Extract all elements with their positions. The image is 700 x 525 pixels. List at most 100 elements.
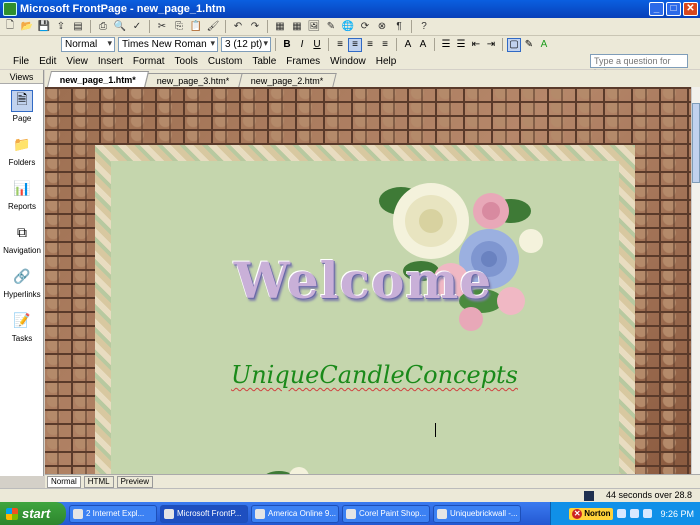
highlight-icon[interactable]: ✎	[522, 38, 536, 52]
publish-icon[interactable]: ⇪	[53, 20, 69, 34]
insert-table-icon[interactable]: ▦	[289, 20, 305, 34]
bold-button[interactable]: B	[280, 38, 294, 52]
taskbar-button-label: Microsoft FrontP...	[177, 509, 242, 518]
menu-window[interactable]: Window	[325, 56, 371, 67]
view-hyperlinks[interactable]: 🔗 Hyperlinks	[0, 260, 44, 304]
start-button[interactable]: start	[0, 502, 66, 525]
decrease-indent-icon[interactable]: ⇤	[469, 38, 483, 52]
taskbar-button-label: 2 Internet Expl...	[86, 509, 145, 518]
navigation-view-icon: ⧉	[17, 224, 27, 240]
font-select[interactable]: Times New Roman	[118, 37, 218, 52]
menu-insert[interactable]: Insert	[93, 56, 128, 67]
drawing-icon[interactable]: ✎	[323, 20, 339, 34]
menu-view[interactable]: View	[61, 56, 93, 67]
font-color-icon[interactable]: A	[537, 38, 551, 52]
taskbar-button-aol[interactable]: America Online 9...	[251, 504, 339, 523]
open-folder-icon[interactable]: 📂	[19, 20, 35, 34]
taskbar-button-uniquebrickwall[interactable]: Uniquebrickwall -...	[433, 504, 521, 523]
bullets-icon[interactable]: ☰	[454, 38, 468, 52]
menu-frames[interactable]: Frames	[281, 56, 325, 67]
menu-format[interactable]: Format	[128, 56, 170, 67]
mode-preview[interactable]: Preview	[116, 475, 154, 488]
menu-custom[interactable]: Custom	[203, 56, 247, 67]
align-right-icon[interactable]: ≡	[363, 38, 377, 52]
web-component-icon[interactable]: ▦	[272, 20, 288, 34]
increase-indent-icon[interactable]: ⇥	[484, 38, 498, 52]
save-icon[interactable]: 💾	[36, 20, 52, 34]
page-content[interactable]: Welcome UniqueCandleConcepts	[111, 161, 619, 474]
redo-icon[interactable]: ↷	[247, 20, 263, 34]
taskbar-button-frontpage[interactable]: Microsoft FrontP...	[160, 504, 248, 523]
justify-icon[interactable]: ≡	[378, 38, 392, 52]
views-bar: Views 🗎 Page 📁 Folders 📊 Reports ⧉ Navig…	[0, 70, 44, 476]
borders-icon[interactable]: ▢	[507, 37, 521, 52]
view-page[interactable]: 🗎 Page	[0, 84, 44, 128]
refresh-icon[interactable]: ⟳	[357, 20, 373, 34]
taskbar-button-internet-explorer[interactable]: 2 Internet Expl...	[69, 504, 157, 523]
mode-html[interactable]: HTML	[83, 475, 114, 488]
view-tasks[interactable]: 📝 Tasks	[0, 304, 44, 348]
menu-help[interactable]: Help	[371, 56, 402, 67]
view-navigation[interactable]: ⧉ Navigation	[0, 216, 44, 260]
copy-icon[interactable]: ⎘	[171, 20, 187, 34]
show-all-icon[interactable]: ¶	[391, 20, 407, 34]
spelling-icon[interactable]: ✓	[129, 20, 145, 34]
undo-icon[interactable]: ↶	[230, 20, 246, 34]
close-button[interactable]: ✕	[683, 2, 698, 16]
view-reports[interactable]: 📊 Reports	[0, 172, 44, 216]
corel-icon	[346, 508, 356, 519]
reports-view-icon: 📊	[13, 180, 31, 196]
style-select[interactable]: Normal	[61, 37, 115, 52]
underline-button[interactable]: U	[310, 38, 324, 52]
tab-new-page-3[interactable]: new_page_3.htm*	[144, 73, 243, 87]
help-search-input[interactable]: Type a question for help	[590, 54, 688, 78]
italic-button[interactable]: I	[295, 38, 309, 52]
taskbar-button-corel[interactable]: Corel Paint Shop...	[342, 504, 430, 523]
windows-logo-icon	[6, 507, 18, 520]
menu-bar: File Edit View Insert Format Tools Custo…	[0, 53, 700, 78]
insert-picture-icon[interactable]: 🖼	[306, 20, 322, 34]
page-editor[interactable]: Welcome UniqueCandleConcepts	[45, 87, 691, 474]
decrease-font-icon[interactable]: A	[416, 38, 430, 52]
font-size-select[interactable]: 3 (12 pt)	[221, 37, 271, 52]
align-center-icon[interactable]: ≡	[348, 37, 362, 52]
increase-font-icon[interactable]: A	[401, 38, 415, 52]
welcome-heading: Welcome	[233, 251, 493, 310]
preview-in-browser-icon[interactable]: 🔍	[112, 20, 128, 34]
minimize-button[interactable]: _	[649, 2, 664, 16]
toolbar-separator	[149, 20, 150, 33]
menu-edit[interactable]: Edit	[34, 56, 61, 67]
menu-tools[interactable]: Tools	[170, 56, 203, 67]
hyperlink-icon[interactable]: 🌐	[340, 20, 356, 34]
tasks-view-icon: 📝	[13, 312, 31, 328]
toolbar-separator	[434, 38, 435, 51]
volume-tray-icon[interactable]	[630, 509, 640, 518]
cut-icon[interactable]: ✂	[154, 20, 170, 34]
tab-label: new_page_2.htm*	[250, 76, 323, 86]
mode-normal[interactable]: Normal	[47, 475, 81, 488]
tab-label: new_page_1.htm*	[59, 75, 136, 85]
status-bar: 44 seconds over 28.8	[0, 488, 700, 502]
text-cursor	[435, 423, 436, 437]
menu-table[interactable]: Table	[247, 56, 281, 67]
view-folders[interactable]: 📁 Folders	[0, 128, 44, 172]
align-left-icon[interactable]: ≡	[333, 38, 347, 52]
new-page-icon[interactable]: 🗋	[2, 20, 18, 34]
toggle-pane-icon[interactable]: ▤	[70, 20, 86, 34]
maximize-button[interactable]: □	[666, 2, 681, 16]
scrollbar-thumb[interactable]	[692, 103, 700, 183]
download-time-icon	[584, 491, 594, 501]
paste-icon[interactable]: 📋	[188, 20, 204, 34]
stop-icon[interactable]: ⊗	[374, 20, 390, 34]
numbering-icon[interactable]: ☰	[439, 38, 453, 52]
tab-new-page-2[interactable]: new_page_2.htm*	[237, 73, 336, 87]
vertical-scrollbar[interactable]	[691, 87, 700, 474]
menu-file[interactable]: File	[8, 56, 34, 67]
norton-tray-button[interactable]: ✕ Norton	[569, 507, 614, 520]
tab-new-page-1[interactable]: new_page_1.htm*	[47, 71, 150, 87]
help-icon[interactable]: ?	[416, 20, 432, 34]
network-tray-icon[interactable]	[617, 509, 627, 518]
security-tray-icon[interactable]	[643, 509, 653, 518]
format-painter-icon[interactable]: 🖌	[205, 20, 221, 34]
print-icon[interactable]: ⎙	[95, 20, 111, 34]
